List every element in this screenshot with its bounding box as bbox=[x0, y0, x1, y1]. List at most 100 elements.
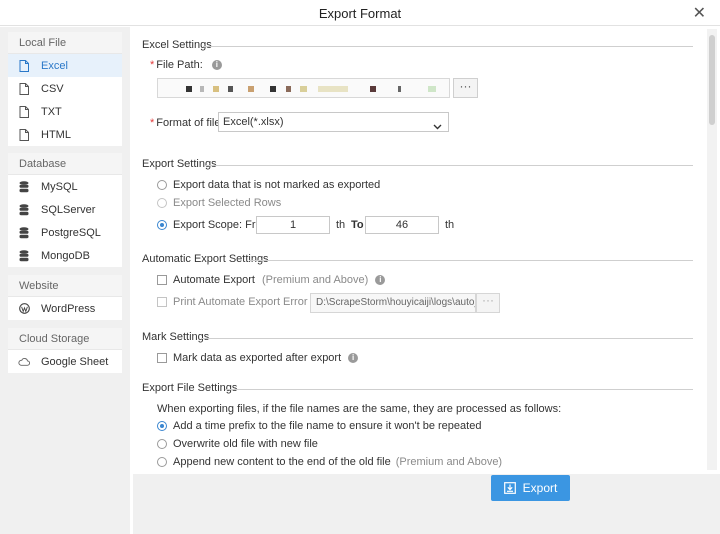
info-icon: i bbox=[211, 60, 222, 71]
sidebar-item-label: WordPress bbox=[41, 302, 96, 315]
redacted-block bbox=[270, 86, 276, 92]
sidebar-item-google-sheet[interactable]: Google Sheet bbox=[8, 350, 122, 373]
redacted-block bbox=[200, 86, 204, 92]
export-button[interactable]: Export bbox=[491, 475, 570, 501]
section-divider bbox=[203, 46, 693, 47]
close-icon[interactable]: ✕ bbox=[693, 3, 706, 23]
sidebar-item-mysql[interactable]: MySQL bbox=[8, 175, 122, 198]
section-divider bbox=[249, 260, 693, 261]
scrollbar-thumb[interactable] bbox=[709, 35, 715, 125]
info-icon: i bbox=[375, 275, 386, 285]
sidebar: Local File Excel CSV TXT HTML Database M… bbox=[0, 27, 130, 534]
database-icon bbox=[17, 203, 31, 216]
file-path-input[interactable] bbox=[157, 78, 450, 98]
radio-unexported[interactable] bbox=[157, 180, 167, 190]
radio-selected-rows[interactable] bbox=[157, 198, 167, 208]
option-export-unexported[interactable]: Export data that is not marked as export… bbox=[157, 179, 380, 191]
sidebar-group-website: Website WordPress bbox=[8, 275, 122, 320]
sidebar-item-label: HTML bbox=[41, 128, 71, 141]
browse-button[interactable]: ··· bbox=[453, 78, 478, 98]
scope-to-label: To bbox=[351, 219, 364, 231]
sidebar-item-label: PostgreSQL bbox=[41, 226, 101, 239]
database-icon bbox=[17, 249, 31, 262]
option-print-error-log[interactable]: Print Automate Export Error Log bbox=[157, 296, 329, 308]
sidebar-group-header: Database bbox=[8, 153, 122, 175]
scope-from-input[interactable]: 1 bbox=[256, 216, 330, 234]
sidebar-item-sqlserver[interactable]: SQLServer bbox=[8, 198, 122, 221]
error-log-browse-button[interactable]: ··· bbox=[476, 293, 500, 313]
option-overwrite[interactable]: Overwrite old file with new file bbox=[157, 438, 318, 450]
chevron-down-icon bbox=[433, 118, 442, 136]
sidebar-item-txt[interactable]: TXT bbox=[8, 100, 122, 123]
sidebar-item-label: SQLServer bbox=[41, 203, 96, 216]
radio-overwrite[interactable] bbox=[157, 439, 167, 449]
file-settings-description: When exporting files, if the file names … bbox=[157, 403, 562, 415]
option-export-selected-rows[interactable]: Export Selected Rows bbox=[157, 197, 281, 209]
footer-bar bbox=[133, 474, 720, 534]
file-path-label: * File Path: i bbox=[150, 59, 222, 71]
section-title-export-file-settings: Export File Settings bbox=[142, 382, 238, 394]
sidebar-item-label: CSV bbox=[41, 82, 64, 95]
section-divider bbox=[205, 165, 693, 166]
scope-from-th: th bbox=[336, 219, 346, 231]
file-icon bbox=[17, 59, 31, 72]
vertical-scrollbar[interactable] bbox=[707, 29, 717, 470]
radio-scope[interactable] bbox=[157, 220, 167, 230]
file-icon bbox=[17, 105, 31, 118]
info-icon: i bbox=[348, 353, 359, 363]
radio-time-prefix[interactable] bbox=[157, 421, 167, 431]
checkbox-mark-exported[interactable] bbox=[157, 353, 167, 363]
sidebar-item-mongodb[interactable]: MongoDB bbox=[8, 244, 122, 267]
database-icon bbox=[17, 180, 31, 193]
sidebar-item-label: MySQL bbox=[41, 180, 78, 193]
section-title-mark-settings: Mark Settings bbox=[142, 331, 210, 343]
sidebar-group-header: Local File bbox=[8, 32, 122, 54]
error-log-path-input[interactable]: D:\ScrapeStorm\houyicaiji\logs\auto_e bbox=[310, 293, 476, 313]
export-button-label: Export bbox=[522, 481, 558, 495]
option-export-scope[interactable]: Export Scope: From bbox=[157, 219, 271, 231]
option-mark-exported[interactable]: Mark data as exported after export i bbox=[157, 352, 359, 364]
section-title-automatic-export: Automatic Export Settings bbox=[142, 253, 269, 265]
wordpress-icon bbox=[17, 303, 31, 314]
sidebar-item-label: MongoDB bbox=[41, 249, 90, 262]
sidebar-item-wordpress[interactable]: WordPress bbox=[8, 297, 122, 320]
redacted-block bbox=[186, 86, 192, 92]
sidebar-item-excel[interactable]: Excel bbox=[8, 54, 122, 77]
export-icon bbox=[503, 482, 516, 494]
scope-to-input[interactable]: 46 bbox=[365, 216, 439, 234]
sidebar-item-csv[interactable]: CSV bbox=[8, 77, 122, 100]
settings-panel: Excel Settings * File Path: i ··· * Format… bbox=[133, 27, 720, 534]
redacted-block bbox=[286, 86, 291, 92]
sidebar-group-header: Cloud Storage bbox=[8, 328, 122, 350]
option-time-prefix[interactable]: Add a time prefix to the file name to en… bbox=[157, 420, 481, 432]
redacted-block bbox=[398, 86, 401, 92]
section-title-excel-settings: Excel Settings bbox=[142, 39, 212, 51]
option-append[interactable]: Append new content to the end of the old… bbox=[157, 456, 502, 468]
file-icon bbox=[17, 82, 31, 95]
redacted-block bbox=[213, 86, 219, 92]
file-icon bbox=[17, 128, 31, 141]
scope-to-th: th bbox=[445, 219, 455, 231]
redacted-block bbox=[248, 86, 254, 92]
radio-append[interactable] bbox=[157, 457, 167, 467]
redacted-block bbox=[370, 86, 376, 92]
redacted-block bbox=[300, 86, 307, 92]
option-automate-export[interactable]: Automate Export (Premium and Above) i bbox=[157, 274, 386, 286]
dialog-title: Export Format bbox=[318, 6, 402, 21]
sidebar-group-header: Website bbox=[8, 275, 122, 297]
sidebar-item-label: Excel bbox=[41, 59, 68, 72]
checkbox-automate-export[interactable] bbox=[157, 275, 167, 285]
format-label: * Format of file: bbox=[150, 117, 224, 129]
format-select[interactable]: Excel(*.xlsx) bbox=[218, 112, 449, 132]
sidebar-item-label: TXT bbox=[41, 105, 62, 118]
title-bar: Export Format ✕ bbox=[0, 0, 720, 26]
checkbox-print-error-log[interactable] bbox=[157, 297, 167, 307]
database-icon bbox=[17, 226, 31, 239]
sidebar-item-html[interactable]: HTML bbox=[8, 123, 122, 146]
section-divider bbox=[225, 389, 693, 390]
sidebar-group-local-file: Local File Excel CSV TXT HTML bbox=[8, 32, 122, 146]
sidebar-item-label: Google Sheet bbox=[41, 355, 109, 368]
sidebar-item-postgresql[interactable]: PostgreSQL bbox=[8, 221, 122, 244]
section-title-export-settings: Export Settings bbox=[142, 158, 217, 170]
settings-scroll-area: Excel Settings * File Path: i ··· * Format… bbox=[133, 27, 706, 474]
